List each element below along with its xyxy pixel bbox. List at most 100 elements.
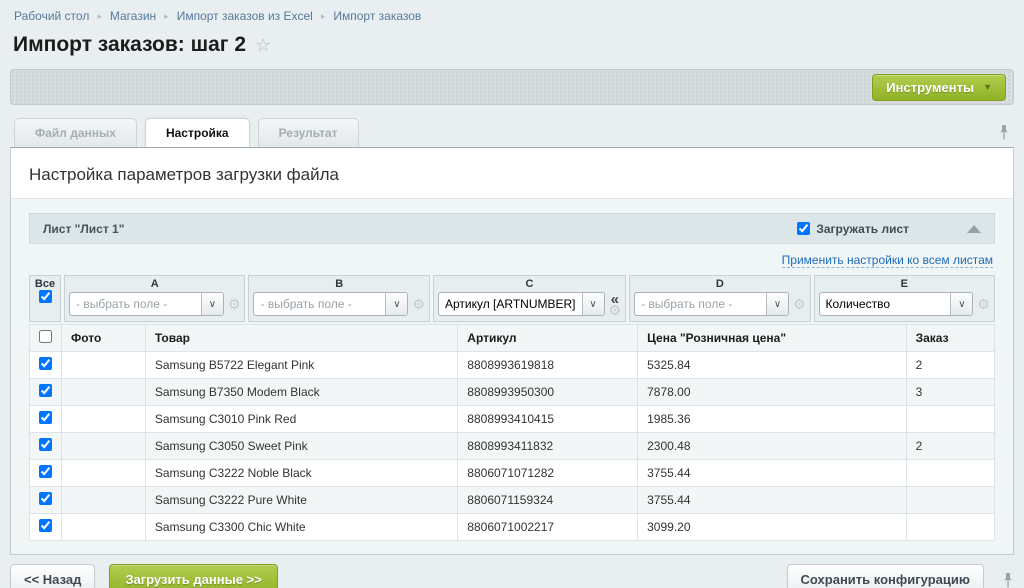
row-checkbox[interactable] bbox=[39, 438, 52, 451]
row-checkbox[interactable] bbox=[39, 384, 52, 397]
table-row: Samsung B7350 Modem Black880899395030078… bbox=[30, 379, 995, 406]
cell-product: Samsung C3222 Noble Black bbox=[145, 460, 457, 487]
field-select-value: - выбрать поле - bbox=[70, 297, 201, 311]
cell-photo bbox=[62, 487, 146, 514]
row-checkbox[interactable] bbox=[39, 357, 52, 370]
column-letter: B bbox=[253, 278, 424, 290]
cell-sku: 8808993411832 bbox=[458, 433, 638, 460]
field-select-value: Количество bbox=[820, 297, 951, 311]
table-row: Samsung C3222 Pure White8806071159324375… bbox=[30, 487, 995, 514]
cell-photo bbox=[62, 406, 146, 433]
load-sheet-toggle[interactable]: Загружать лист bbox=[797, 222, 909, 236]
gear-icon[interactable]: ⚙ bbox=[977, 299, 990, 309]
cell-price: 3755.44 bbox=[638, 487, 906, 514]
gear-icon[interactable]: ⚙ bbox=[609, 305, 622, 315]
field-select-value: Артикул [ARTNUMBER] bbox=[439, 297, 582, 311]
row-checkbox[interactable] bbox=[39, 519, 52, 532]
header-checkbox[interactable] bbox=[39, 330, 52, 343]
select-all-cell: Все bbox=[29, 275, 61, 322]
tools-button-label: Инструменты bbox=[886, 80, 974, 95]
breadcrumb-link[interactable]: Импорт заказов bbox=[333, 9, 421, 23]
cell-order bbox=[906, 514, 994, 541]
column-mapping-cell: B - выбрать поле -∨ ⚙ bbox=[248, 275, 429, 322]
column-header: Артикул bbox=[458, 325, 638, 352]
breadcrumb-link[interactable]: Магазин bbox=[110, 9, 156, 23]
field-select[interactable]: - выбрать поле -∨ bbox=[634, 292, 789, 316]
gear-icon[interactable]: ⚙ bbox=[228, 299, 241, 309]
field-select[interactable]: - выбрать поле -∨ bbox=[69, 292, 224, 316]
tab-active[interactable]: Настройка bbox=[145, 118, 250, 147]
products-table-body: Samsung B5722 Elegant Pink88089936198185… bbox=[30, 352, 995, 541]
pin-icon[interactable] bbox=[1002, 572, 1014, 588]
row-checkbox[interactable] bbox=[39, 411, 52, 424]
column-header: Заказ bbox=[906, 325, 994, 352]
row-checkbox[interactable] bbox=[39, 492, 52, 505]
row-checkbox[interactable] bbox=[39, 465, 52, 478]
cell-sku: 8808993950300 bbox=[458, 379, 638, 406]
breadcrumb: Рабочий стол ▸ Магазин ▸ Импорт заказов из E… bbox=[0, 0, 1024, 23]
gear-icon[interactable]: ⚙ bbox=[412, 299, 425, 309]
cell-sku: 8808993410415 bbox=[458, 406, 638, 433]
cell-product: Samsung B7350 Modem Black bbox=[145, 379, 457, 406]
chevron-down-icon: ∨ bbox=[385, 293, 407, 315]
chevron-down-icon: ∨ bbox=[950, 293, 972, 315]
save-configuration-button[interactable]: Сохранить конфигурацию bbox=[787, 564, 984, 588]
cell-product: Samsung C3010 Pink Red bbox=[145, 406, 457, 433]
cell-order bbox=[906, 487, 994, 514]
load-data-label: Загрузить данные >> bbox=[125, 572, 261, 587]
column-header: Цена "Розничная цена" bbox=[638, 325, 906, 352]
cell-order bbox=[906, 460, 994, 487]
collapse-sheet-icon[interactable] bbox=[967, 225, 981, 233]
pin-icon[interactable] bbox=[998, 124, 1010, 140]
cell-product: Samsung C3050 Sweet Pink bbox=[145, 433, 457, 460]
table-row: Samsung C3300 Chic White8806071002217309… bbox=[30, 514, 995, 541]
cell-product: Samsung C3300 Chic White bbox=[145, 514, 457, 541]
load-sheet-label: Загружать лист bbox=[816, 222, 909, 236]
cell-product: Samsung C3222 Pure White bbox=[145, 487, 457, 514]
field-select-value: - выбрать поле - bbox=[254, 297, 385, 311]
chevron-down-icon: ∨ bbox=[582, 293, 604, 315]
gear-icon[interactable]: ⚙ bbox=[793, 299, 806, 309]
tools-button[interactable]: Инструменты ▼ bbox=[872, 74, 1006, 101]
column-mapping-cell: CАртикул [ARTNUMBER]∨«⚙ bbox=[433, 275, 626, 322]
section-heading: Настройка параметров загрузки файла bbox=[29, 165, 995, 185]
chevron-down-icon: ∨ bbox=[766, 293, 788, 315]
table-row: Samsung C3222 Noble Black880607107128237… bbox=[30, 460, 995, 487]
breadcrumb-link[interactable]: Импорт заказов из Excel bbox=[177, 9, 313, 23]
chevron-down-icon: ∨ bbox=[201, 293, 223, 315]
cell-order: 3 bbox=[906, 379, 994, 406]
tab-inactive[interactable]: Файл данных bbox=[14, 118, 137, 147]
column-letter: E bbox=[819, 278, 990, 290]
cell-sku: 8806071071282 bbox=[458, 460, 638, 487]
products-table: ФотоТоварАртикулЦена "Розничная цена"Зак… bbox=[29, 324, 995, 541]
cell-order bbox=[906, 406, 994, 433]
cell-photo bbox=[62, 433, 146, 460]
select-all-label: Все bbox=[34, 278, 56, 290]
breadcrumb-link[interactable]: Рабочий стол bbox=[14, 9, 89, 23]
field-select[interactable]: Количество∨ bbox=[819, 292, 974, 316]
cell-price: 3755.44 bbox=[638, 460, 906, 487]
favorite-star-icon[interactable]: ☆ bbox=[255, 35, 271, 56]
breadcrumb-separator-icon: ▸ bbox=[321, 11, 326, 22]
tab-inactive[interactable]: Результат bbox=[258, 118, 359, 147]
back-button[interactable]: << Назад bbox=[10, 564, 95, 588]
column-header: Товар bbox=[145, 325, 457, 352]
field-select[interactable]: - выбрать поле -∨ bbox=[253, 292, 408, 316]
field-select-value: - выбрать поле - bbox=[635, 297, 766, 311]
cell-price: 7878.00 bbox=[638, 379, 906, 406]
table-header-row: ФотоТоварАртикулЦена "Розничная цена"Зак… bbox=[30, 325, 995, 352]
column-letter: C bbox=[438, 278, 621, 290]
table-row: Samsung C3010 Pink Red88089934104151985.… bbox=[30, 406, 995, 433]
sheet-title: Лист "Лист 1" bbox=[43, 222, 797, 236]
apply-to-all-sheets-link[interactable]: Применить настройки ко всем листам bbox=[782, 253, 993, 268]
table-row: Samsung C3050 Sweet Pink8808993411832230… bbox=[30, 433, 995, 460]
cell-order: 2 bbox=[906, 352, 994, 379]
breadcrumb-separator-icon: ▸ bbox=[97, 11, 102, 22]
field-select[interactable]: Артикул [ARTNUMBER]∨ bbox=[438, 292, 605, 316]
cell-product: Samsung B5722 Elegant Pink bbox=[145, 352, 457, 379]
select-all-checkbox[interactable] bbox=[39, 290, 52, 303]
load-data-button[interactable]: Загрузить данные >> bbox=[109, 564, 277, 588]
load-sheet-checkbox[interactable] bbox=[797, 222, 810, 235]
mapping-row: Все A- выбрать поле -∨⚙B- выбрать поле -… bbox=[29, 275, 995, 322]
cell-price: 1985.36 bbox=[638, 406, 906, 433]
